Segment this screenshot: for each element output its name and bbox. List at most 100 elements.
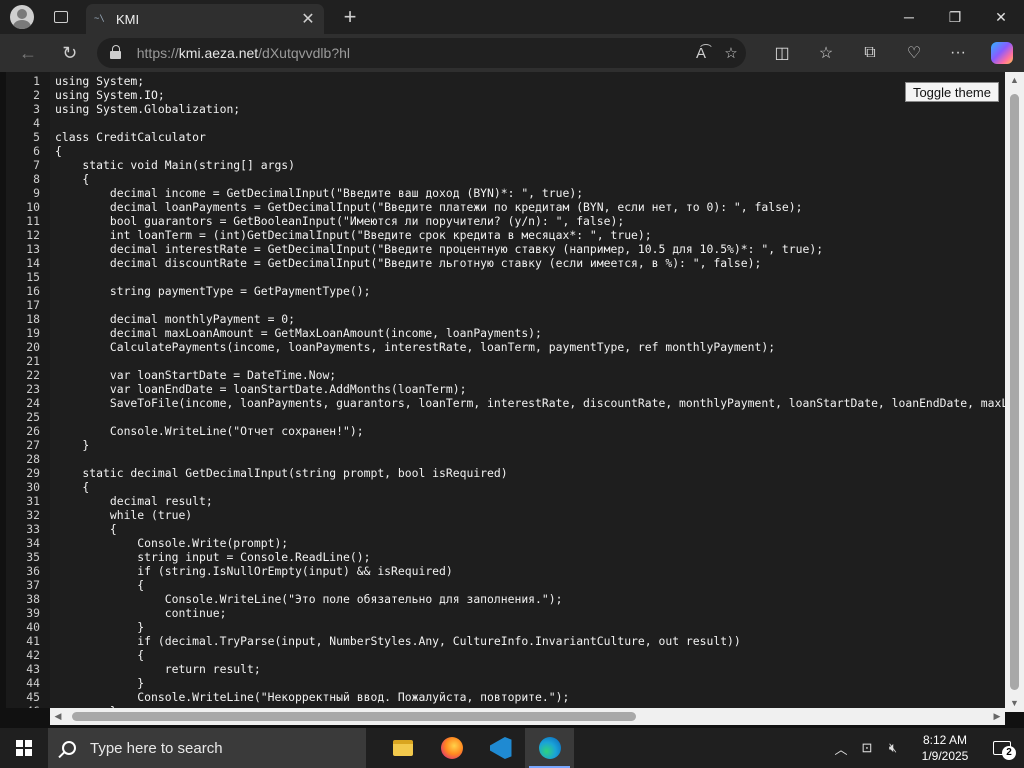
- line-number: 29: [26, 466, 40, 480]
- notifications-button[interactable]: 2: [980, 728, 1024, 768]
- line-number: 13: [26, 242, 40, 256]
- code-text: {: [55, 480, 90, 494]
- toggle-theme-button[interactable]: Toggle theme: [904, 82, 999, 102]
- vscode-button[interactable]: [476, 728, 525, 768]
- line-number: 14: [26, 256, 40, 270]
- code-text: static void Main(string[] args): [55, 158, 296, 172]
- code-text: decimal loanPayments = GetDecimalInput("…: [55, 200, 803, 214]
- tab-actions-icon[interactable]: [54, 11, 68, 23]
- start-button[interactable]: [0, 728, 48, 768]
- url-text[interactable]: https://kmi.aeza.net/dXutqvvdlb?hl: [137, 45, 686, 61]
- lock-icon[interactable]: [109, 45, 123, 61]
- file-explorer-button[interactable]: [378, 728, 427, 768]
- close-window-icon[interactable]: ✕: [978, 0, 1024, 34]
- horizontal-scrollbar[interactable]: ◀ ▶: [50, 708, 1005, 725]
- firefox-button[interactable]: [427, 728, 476, 768]
- code-text: {: [55, 172, 90, 186]
- file-explorer-icon: [392, 740, 413, 756]
- code-text: if (decimal.TryParse(input, NumberStyles…: [55, 634, 741, 648]
- taskbar-search[interactable]: Type here to search: [48, 728, 366, 768]
- toolbar-icons: ◫ ☆ ⧉ ♡ ···: [760, 38, 1024, 68]
- navigation-bar: ← ↻ https://kmi.aeza.net/dXutqvvdlb?hl A…: [0, 34, 1024, 72]
- code-text: decimal interestRate = GetDecimalInput("…: [55, 242, 824, 256]
- line-number: 10: [26, 200, 40, 214]
- edge-icon: [538, 737, 561, 759]
- line-number: 37: [26, 578, 40, 592]
- code-text: Console.WriteLine("Это поле обязательно …: [55, 592, 563, 606]
- tab-close-icon[interactable]: ✕: [300, 9, 316, 29]
- url-path: /dXutqvvdlb?hl: [258, 45, 350, 61]
- windows-logo-icon: [16, 740, 32, 756]
- chevron-up-icon[interactable]: ︿: [830, 739, 852, 758]
- code-text: return result;: [55, 662, 261, 676]
- read-aloud-icon[interactable]: A͡: [686, 45, 716, 62]
- line-number: 33: [26, 522, 40, 536]
- code-text: {: [55, 648, 145, 662]
- volume-muted-icon[interactable]: 🔇︎: [882, 740, 904, 756]
- edge-button[interactable]: [525, 728, 574, 768]
- code-text: static decimal GetDecimalInput(string pr…: [55, 466, 508, 480]
- scroll-right-icon[interactable]: ▶: [989, 708, 1005, 725]
- browser-essentials-icon[interactable]: ♡: [892, 38, 936, 68]
- system-tray: ︿ ⊡ 🔇︎ 8:12 AM 1/9/2025 2: [828, 728, 1024, 768]
- line-number: 32: [26, 508, 40, 522]
- copilot-button[interactable]: [980, 38, 1024, 68]
- horizontal-scroll-thumb[interactable]: [72, 712, 636, 721]
- line-number: 9: [33, 186, 40, 200]
- new-tab-icon[interactable]: +: [338, 4, 362, 30]
- network-icon[interactable]: ⊡: [856, 740, 878, 756]
- profile-icon[interactable]: [10, 5, 34, 29]
- line-number: 31: [26, 494, 40, 508]
- tab-title: KMI: [116, 11, 140, 27]
- tab-favicon-icon: ~\: [94, 14, 105, 24]
- back-icon[interactable]: ←: [13, 38, 43, 68]
- line-number: 40: [26, 620, 40, 634]
- refresh-icon[interactable]: ↻: [55, 38, 85, 68]
- tab-kmi[interactable]: ~\ KMI ✕: [86, 4, 324, 34]
- code-text: {: [55, 144, 62, 158]
- scroll-down-icon[interactable]: ▼: [1005, 695, 1024, 712]
- line-number: 34: [26, 536, 40, 550]
- code-text: var loanEndDate = loanStartDate.AddMonth…: [55, 382, 467, 396]
- collections-icon[interactable]: ⧉: [848, 38, 892, 68]
- vertical-scrollbar[interactable]: ▲ ▼: [1005, 72, 1024, 712]
- code-text: string input = Console.ReadLine();: [55, 550, 371, 564]
- scroll-up-icon[interactable]: ▲: [1005, 72, 1024, 89]
- line-number: 38: [26, 592, 40, 606]
- favorite-star-icon[interactable]: ☆: [716, 44, 746, 62]
- code-text: var loanStartDate = DateTime.Now;: [55, 368, 337, 382]
- split-screen-icon[interactable]: ◫: [760, 38, 804, 68]
- clock[interactable]: 8:12 AM 1/9/2025: [910, 732, 980, 764]
- line-number: 45: [26, 690, 40, 704]
- code-text: {: [55, 578, 145, 592]
- code-text: decimal income = GetDecimalInput("Введит…: [55, 186, 584, 200]
- search-icon: [62, 741, 76, 755]
- line-number: 36: [26, 564, 40, 578]
- code-text: decimal maxLoanAmount = GetMaxLoanAmount…: [55, 326, 542, 340]
- code-text: decimal result;: [55, 494, 213, 508]
- line-number: 46: [6, 704, 40, 708]
- vertical-scroll-thumb[interactable]: [1010, 94, 1019, 690]
- code-view: 1 using System; 2 using System.IO; 3 using Sy…: [6, 72, 1005, 708]
- code-text: continue;: [55, 606, 227, 620]
- restore-icon[interactable]: ❐: [932, 0, 978, 34]
- line-number: 30: [26, 480, 40, 494]
- line-number: 35: [26, 550, 40, 564]
- copilot-icon: [991, 42, 1013, 64]
- line-number: 39: [26, 606, 40, 620]
- favorites-icon[interactable]: ☆: [804, 38, 848, 68]
- line-number: 21: [26, 354, 40, 368]
- code-text: }: [55, 620, 145, 634]
- code-text: CalculatePayments(income, loanPayments, …: [55, 340, 776, 354]
- address-bar[interactable]: https://kmi.aeza.net/dXutqvvdlb?hl A͡ ☆: [96, 38, 746, 68]
- minimize-icon[interactable]: ─: [886, 0, 932, 34]
- clock-time: 8:12 AM: [922, 733, 968, 747]
- url-prefix: https://: [136, 45, 179, 61]
- line-number: 41: [26, 634, 40, 648]
- line-number: 16: [26, 284, 40, 298]
- scroll-left-icon[interactable]: ◀: [50, 708, 66, 725]
- line-number: 26: [26, 424, 40, 438]
- code-text: if (string.IsNullOrEmpty(input) && isReq…: [55, 564, 453, 578]
- code-text: SaveToFile(income, loanPayments, guarant…: [55, 396, 1005, 410]
- more-icon[interactable]: ···: [936, 38, 980, 68]
